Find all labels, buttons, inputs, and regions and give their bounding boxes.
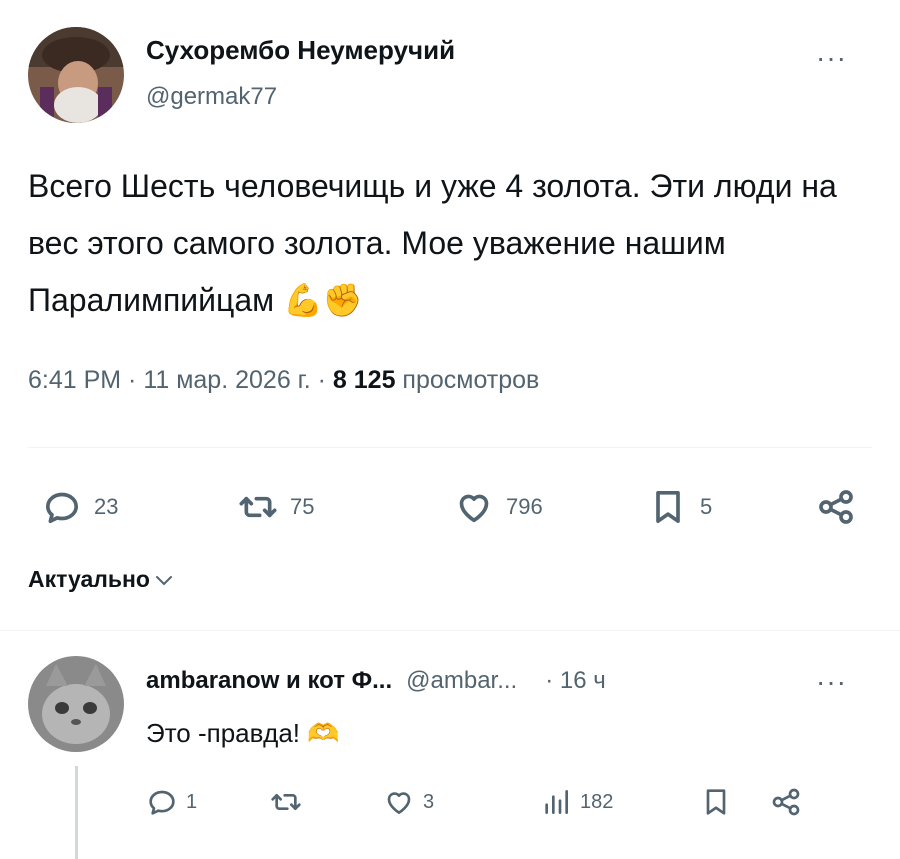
views-label: просмотров [395,366,540,394]
sort-selector[interactable]: Актуально [28,566,174,593]
reply-count: 23 [94,494,119,519]
reply-avatar[interactable] [28,656,124,752]
reply-views-button[interactable]: 182 [540,786,613,818]
more-icon[interactable]: ··· [816,42,847,74]
reply-header: ambaranow и кот Ф... @ambar... · 16 ч [146,667,606,695]
views-icon [545,790,568,814]
retweet-icon [271,794,301,810]
share-icon [819,490,853,524]
retweet-count: 75 [290,494,315,519]
bookmark-icon [706,789,726,815]
reply-share-button[interactable] [770,786,802,818]
reply-reply-button[interactable]: 1 [146,786,197,818]
retweet-icon [239,496,277,518]
views-count: 8 125 [332,366,396,394]
reply-author-handle[interactable]: @ambar... [406,667,517,695]
chevron-down-icon [155,575,172,585]
retweet-button[interactable]: 75 [238,487,314,527]
bookmark-count: 5 [700,494,713,519]
reply-reply-count: 1 [186,790,198,813]
reply-icon [46,492,78,523]
tweet-timestamp[interactable]: 6:41 PM · 11 мар. 2026 г. · [28,366,333,394]
reply-icon [149,790,175,815]
reply-text: Это -правда! 🫶 [146,718,340,748]
share-icon [772,788,800,816]
tweet-meta: 6:41 PM · 11 мар. 2026 г. · 8 125 просмо… [28,366,539,395]
reply-author-name[interactable]: ambaranow и кот Ф... [146,667,392,695]
share-button[interactable] [816,487,856,527]
bookmark-button[interactable]: 5 [648,487,712,527]
sort-label: Актуально [28,566,150,592]
author-name[interactable]: Сухорембо Неумеручий [146,35,455,66]
reply-button[interactable]: 23 [42,487,118,527]
author-handle[interactable]: @germak77 [146,83,277,111]
reply-like-count: 3 [423,790,435,813]
reply-views-count: 182 [580,790,614,813]
like-button[interactable]: 796 [454,487,543,527]
reply-retweet-button[interactable] [270,786,310,818]
reply-bookmark-button[interactable] [700,786,732,818]
author-avatar-image [28,27,124,123]
reply-avatar-image [28,656,124,752]
thread-line [75,766,78,859]
bookmark-icon [656,491,680,523]
reply-more-icon[interactable]: ··· [816,666,847,698]
reply-timestamp[interactable]: · 16 ч [545,667,606,695]
like-icon [387,792,411,814]
divider-top [28,447,872,448]
author-avatar[interactable] [28,27,124,123]
like-count: 796 [506,494,543,519]
like-icon [459,494,489,523]
tweet-text: Всего Шесть человечищь и уже 4 золота. Э… [28,168,837,318]
reply-like-button[interactable]: 3 [383,786,434,818]
divider-bottom [0,630,900,631]
